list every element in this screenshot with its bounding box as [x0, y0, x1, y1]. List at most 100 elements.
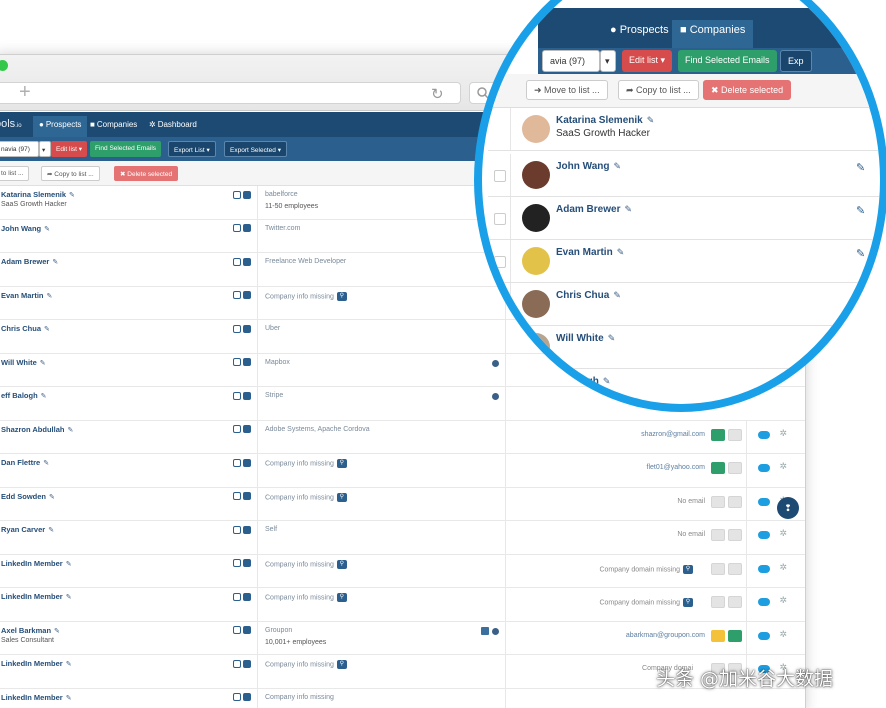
github-icon[interactable] — [243, 224, 251, 233]
phone-button[interactable] — [728, 495, 742, 508]
row-checkbox[interactable] — [494, 213, 506, 225]
pencil-icon[interactable]: ✎ — [614, 161, 622, 171]
prospect-name[interactable]: LinkedIn Member ✎ — [1, 693, 72, 702]
prospect-name[interactable]: Will White ✎ — [1, 358, 46, 367]
zoom-table-row[interactable]: Chris Chua ✎ ✎ — [488, 283, 880, 326]
zoom-find-emails-button[interactable]: Find Selected Emails — [678, 50, 777, 72]
edit-icon[interactable] — [233, 425, 241, 434]
email-status-button[interactable] — [711, 495, 725, 508]
email-address[interactable]: flet01@yahoo.com — [647, 464, 705, 471]
salesforce-icon[interactable] — [758, 564, 770, 573]
search-company-icon[interactable]: ⚲ — [336, 291, 347, 301]
zoom-list-caret[interactable]: ▾ — [600, 50, 616, 72]
email-status-button[interactable] — [711, 562, 725, 575]
edit-icon[interactable]: ✎ — [856, 161, 865, 174]
prospect-name[interactable]: Chris Chua ✎ — [556, 290, 621, 301]
salesforce-icon[interactable] — [758, 464, 770, 472]
github-icon[interactable] — [243, 525, 251, 534]
table-row[interactable]: Dan Flettre ✎ Company info missing ⚲ flet01@… — [0, 454, 805, 488]
prospect-name[interactable]: LinkedIn Member ✎ — [1, 559, 72, 568]
edit-icon[interactable]: ✎ — [856, 290, 865, 303]
edit-icon[interactable] — [233, 257, 241, 266]
pencil-icon[interactable]: ✎ — [66, 594, 72, 601]
email-status-button[interactable] — [711, 596, 725, 608]
edit-icon[interactable] — [233, 592, 241, 601]
prospect-name[interactable]: Chris Chua ✎ — [1, 324, 50, 333]
salesforce-icon[interactable] — [758, 497, 770, 506]
pencil-icon[interactable]: ✎ — [43, 460, 49, 467]
prospect-name[interactable]: Evan Martin ✎ — [556, 247, 624, 258]
table-row[interactable]: Shazron Abdullah ✎ Adobe Systems, Apache C… — [0, 420, 805, 454]
prospect-name[interactable]: eff Balogh ✎ — [550, 376, 610, 387]
github-icon[interactable] — [243, 425, 251, 434]
pencil-icon[interactable]: ✎ — [49, 494, 55, 501]
zoom-table-row[interactable]: John Wang ✎ ✎ — [488, 154, 880, 197]
edit-icon[interactable] — [233, 559, 241, 568]
pencil-icon[interactable]: ✎ — [617, 247, 625, 257]
prospect-name[interactable]: Adam Brewer ✎ — [556, 204, 632, 215]
row-checkbox[interactable] — [494, 170, 506, 182]
salesforce-icon[interactable] — [758, 631, 770, 640]
search-domain-icon[interactable]: ⚲ — [683, 598, 693, 607]
tab-prospects[interactable]: ● Prospects — [33, 116, 88, 137]
prospect-name[interactable]: Ryan Carver ✎ — [1, 525, 54, 534]
zoom-table-row[interactable]: Will White ✎ — [488, 326, 880, 369]
phone-button[interactable] — [728, 596, 742, 608]
table-row[interactable]: LinkedIn Member ✎ Company info missing ⚲ Com… — [0, 554, 805, 588]
edit-icon[interactable] — [233, 291, 241, 300]
linkedin-icon[interactable] — [243, 592, 251, 601]
pencil-icon[interactable]: ✎ — [67, 427, 73, 434]
linkedin-icon[interactable] — [481, 626, 489, 635]
pencil-icon[interactable]: ✎ — [647, 115, 655, 125]
globe-icon[interactable] — [492, 627, 499, 635]
search-company-icon[interactable]: ⚲ — [336, 660, 347, 669]
prospect-name[interactable]: Adam Brewer ✎ — [1, 257, 58, 266]
edit-icon[interactable] — [233, 659, 241, 668]
linkedin-icon[interactable] — [243, 458, 251, 467]
prospect-name[interactable]: Will White ✎ — [556, 333, 615, 344]
salesforce-icon[interactable] — [758, 598, 770, 606]
email-address[interactable]: shazron@gmail.com — [641, 431, 705, 438]
phone-button[interactable] — [728, 562, 742, 575]
github-icon[interactable] — [243, 391, 251, 400]
zoom-tab-companies[interactable]: ■ Companies — [672, 20, 754, 48]
search-company-icon[interactable]: ⚲ — [336, 559, 347, 569]
zoom-move-to-list-button[interactable]: ➜ Move to list ... — [526, 80, 608, 100]
pencil-icon[interactable]: ✎ — [608, 333, 616, 343]
prospect-name[interactable]: Katarina Slemenik ✎ — [556, 115, 654, 126]
edit-icon[interactable] — [233, 492, 241, 501]
pencil-icon[interactable]: ✎ — [52, 259, 58, 266]
edit-icon[interactable] — [233, 224, 241, 233]
phone-button[interactable] — [728, 529, 742, 541]
zoom-tab-prospects[interactable]: ● Prospects — [602, 20, 677, 48]
zoom-table-row[interactable]: Adam Brewer ✎ ✎ — [488, 197, 880, 240]
chat-bubble-button[interactable]: ❢ — [777, 497, 799, 519]
table-row[interactable]: Edd Sowden ✎ Company info missing ⚲ No email… — [0, 487, 805, 521]
github-icon[interactable] — [243, 324, 251, 333]
row-checkbox[interactable] — [494, 256, 506, 268]
email-status-button[interactable] — [711, 629, 725, 642]
pencil-icon[interactable]: ✎ — [44, 326, 50, 333]
edit-list-button[interactable]: Edit list ▾ — [51, 141, 88, 157]
zoom-delete-selected-button[interactable]: ✖ Delete selected — [703, 80, 792, 100]
gear-icon[interactable]: ✲ — [779, 562, 787, 573]
move-to-list-button[interactable]: to list ... — [0, 166, 30, 181]
phone-button[interactable] — [728, 629, 742, 642]
find-selected-emails-button[interactable]: Find Selected Emails — [90, 141, 162, 157]
table-row[interactable]: Ryan Carver ✎ Self No email ✲ — [0, 521, 805, 555]
email-status-button[interactable] — [711, 462, 725, 474]
list-select[interactable]: navia (97) — [0, 141, 39, 157]
export-list-button[interactable]: Export List ▾ — [168, 141, 216, 157]
gear-icon[interactable]: ✲ — [779, 461, 787, 472]
search-company-icon[interactable]: ⚲ — [336, 593, 347, 602]
zoom-table-row[interactable]: Katarina Slemenik ✎ SaaS Growth Hacker — [488, 108, 880, 151]
zoom-edit-list-button[interactable]: Edit list ▾ — [622, 50, 673, 72]
email-address[interactable]: abarkman@groupon.com — [626, 632, 705, 639]
pencil-icon[interactable]: ✎ — [613, 290, 621, 300]
pencil-icon[interactable]: ✎ — [66, 561, 72, 568]
prospect-name[interactable]: Dan Flettre ✎ — [1, 458, 49, 467]
edit-icon[interactable] — [233, 324, 241, 333]
salesforce-icon[interactable] — [758, 531, 770, 539]
gear-icon[interactable]: ✲ — [779, 629, 787, 640]
pencil-icon[interactable]: ✎ — [47, 293, 53, 300]
